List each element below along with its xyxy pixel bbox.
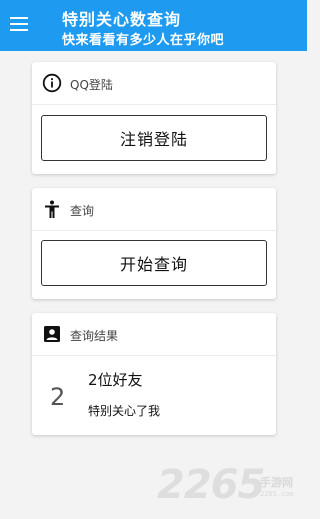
contact-icon <box>44 326 60 342</box>
result-card-header: 查询结果 <box>32 313 276 356</box>
start-query-button[interactable]: 开始查询 <box>41 240 267 286</box>
query-card-header: 查询 <box>32 188 276 231</box>
result-description: 特别关心了我 <box>88 404 161 418</box>
app-bar: 特别关心数查询 快来看看有多少人在乎你吧 <box>0 0 307 51</box>
login-card-title: QQ登陆 <box>70 78 113 92</box>
menu-icon[interactable] <box>10 14 32 36</box>
app-title: 特别关心数查询 <box>62 10 182 29</box>
logout-button[interactable]: 注销登陆 <box>41 115 267 161</box>
site-watermark: 2265 手游网 2265.com <box>157 462 307 517</box>
app-subtitle: 快来看看有多少人在乎你吧 <box>62 33 225 48</box>
login-card: QQ登陆 注销登陆 <box>32 62 276 174</box>
person-icon <box>45 200 59 218</box>
result-friend-count: 2位好友 <box>88 371 143 389</box>
login-card-header: QQ登陆 <box>32 62 276 105</box>
query-card: 查询 开始查询 <box>32 188 276 299</box>
result-card-title: 查询结果 <box>70 329 119 343</box>
info-icon <box>42 73 62 93</box>
query-card-title: 查询 <box>70 204 95 218</box>
watermark-url: 2265.com <box>260 490 294 498</box>
result-card: 查询结果 2 2位好友 特别关心了我 <box>32 313 276 435</box>
result-count: 2 <box>50 383 66 411</box>
watermark-site-name: 手游网 <box>260 476 293 489</box>
watermark-number: 2265 <box>157 462 265 508</box>
